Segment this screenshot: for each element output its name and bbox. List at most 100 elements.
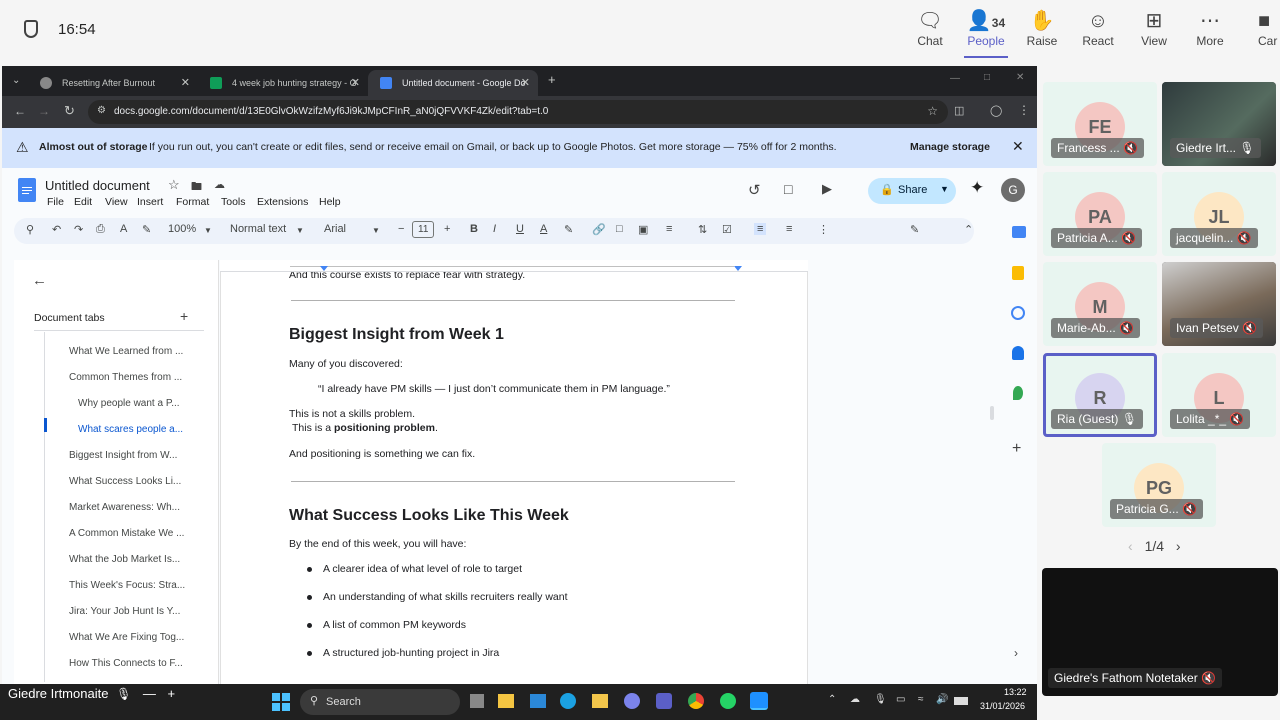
- style-select[interactable]: Normal text: [230, 223, 286, 235]
- menu-format[interactable]: Format: [176, 196, 209, 208]
- cloud-icon[interactable]: ☁: [850, 694, 860, 705]
- manage-storage-link[interactable]: Manage storage: [910, 141, 990, 153]
- menu-file[interactable]: File: [47, 196, 64, 208]
- document-page[interactable]: And this course exists to replace fear w…: [220, 260, 808, 684]
- close-icon[interactable]: ✕: [181, 76, 190, 89]
- menu-edit[interactable]: Edit: [74, 196, 92, 208]
- link-icon[interactable]: 🔗: [592, 223, 606, 236]
- taskbar-date[interactable]: 31/01/2026: [980, 701, 1025, 711]
- people-button[interactable]: 👤34 People: [958, 8, 1014, 58]
- battery-icon[interactable]: [954, 697, 968, 705]
- add-addon-icon[interactable]: +: [1012, 440, 1021, 458]
- outline-item[interactable]: Why people want a P...: [78, 398, 180, 409]
- editing-mode-icon[interactable]: ✎: [910, 223, 919, 236]
- outline-item[interactable]: What Success Looks Li...: [69, 476, 181, 487]
- participant-video-tile[interactable]: Giedre Irt... 🎙: [1162, 82, 1276, 166]
- participant-tile[interactable]: PA Patricia A... 🔇: [1043, 172, 1157, 256]
- participant-tile[interactable]: L Lolita _*_ 🔇: [1162, 353, 1276, 437]
- numbered-list-icon[interactable]: ≡: [786, 223, 792, 235]
- share-button[interactable]: 🔒 Share ▼: [868, 178, 956, 204]
- profile-icon[interactable]: ◯: [990, 104, 1002, 117]
- store-icon[interactable]: [592, 694, 608, 708]
- chevron-down-icon[interactable]: ▼: [296, 226, 304, 235]
- docs-logo-icon[interactable]: [18, 178, 36, 202]
- decrease-size-icon[interactable]: −: [398, 223, 404, 235]
- bold-icon[interactable]: B: [470, 223, 478, 235]
- taskbar-search[interactable]: ⚲ Search: [300, 689, 460, 715]
- chevron-left-icon[interactable]: ‹: [1128, 538, 1133, 554]
- expand-panel-icon[interactable]: ›: [1014, 646, 1018, 660]
- chevron-right-icon[interactable]: ›: [1176, 538, 1181, 554]
- zoom-select[interactable]: 100%: [168, 223, 196, 235]
- outline-item-selected[interactable]: What scares people a...: [78, 424, 183, 435]
- more-icon[interactable]: ⋮: [818, 223, 829, 236]
- document-title[interactable]: Untitled document: [45, 178, 150, 193]
- add-icon[interactable]: +: [168, 686, 176, 701]
- font-select[interactable]: Arial: [324, 223, 346, 235]
- tasks-icon[interactable]: [1011, 306, 1025, 320]
- keep-icon[interactable]: [1012, 266, 1024, 280]
- checklist-icon[interactable]: ☑: [722, 223, 732, 236]
- back-arrow-icon[interactable]: ←: [32, 272, 47, 289]
- minimize-button[interactable]: —: [950, 73, 960, 84]
- line-spacing-icon[interactable]: ⇅: [698, 223, 707, 236]
- participant-video-tile[interactable]: Ivan Petsev 🔇: [1162, 262, 1276, 346]
- close-window-button[interactable]: ✕: [1016, 72, 1024, 83]
- add-tab-icon[interactable]: +: [180, 308, 188, 324]
- menu-extensions[interactable]: Extensions: [257, 196, 308, 208]
- undo-icon[interactable]: ↶: [52, 223, 61, 236]
- participant-tile[interactable]: PG Patricia G... 🔇: [1102, 443, 1216, 527]
- indent-marker[interactable]: [734, 266, 742, 271]
- display-icon[interactable]: ▭: [896, 694, 905, 705]
- gemini-icon[interactable]: ✦: [970, 178, 984, 198]
- outline-item[interactable]: A Common Mistake We ...: [69, 528, 184, 539]
- menu-view[interactable]: View: [105, 196, 128, 208]
- menu-tools[interactable]: Tools: [221, 196, 246, 208]
- forward-icon[interactable]: →: [38, 104, 50, 118]
- move-folder-icon[interactable]: 🖿: [191, 178, 202, 197]
- text-color-icon[interactable]: A: [540, 223, 547, 235]
- underline-icon[interactable]: U: [516, 223, 524, 235]
- maps-icon[interactable]: [1013, 386, 1023, 400]
- increase-size-icon[interactable]: +: [444, 223, 450, 235]
- tab-resetting[interactable]: Resetting After Burnout ✕: [28, 70, 198, 96]
- copilot-icon[interactable]: [624, 693, 640, 709]
- taskbar-time[interactable]: 13:22: [1004, 687, 1027, 697]
- view-button[interactable]: ⊞ View: [1126, 8, 1182, 48]
- font-size-input[interactable]: 11: [412, 221, 435, 238]
- outline-item[interactable]: Common Themes from ...: [69, 372, 182, 383]
- meet-icon[interactable]: ▶: [822, 181, 832, 197]
- chevron-down-icon[interactable]: ▼: [204, 226, 212, 235]
- outline-item[interactable]: How This Connects to F...: [69, 658, 183, 669]
- collapse-toolbar-icon[interactable]: ⌃: [964, 223, 973, 236]
- edge-icon[interactable]: [560, 693, 576, 709]
- outline-item[interactable]: Biggest Insight from W...: [69, 450, 177, 461]
- task-view-icon[interactable]: [470, 694, 484, 708]
- tab-search-icon[interactable]: ⌄: [12, 75, 20, 86]
- close-icon[interactable]: ✕: [351, 76, 360, 89]
- calendar-icon[interactable]: [1012, 226, 1026, 238]
- extensions-icon[interactable]: ◫: [954, 104, 964, 117]
- minimize-stage-icon[interactable]: —: [143, 686, 156, 701]
- comment-icon[interactable]: □: [784, 181, 792, 197]
- file-explorer-icon[interactable]: [498, 694, 514, 708]
- redo-icon[interactable]: ↷: [74, 223, 83, 236]
- align-icon[interactable]: ≡: [666, 223, 672, 235]
- bookmark-star-icon[interactable]: ☆: [927, 104, 938, 118]
- indent-marker[interactable]: [320, 266, 328, 271]
- highlight-icon[interactable]: ✎: [564, 223, 573, 236]
- teams-icon[interactable]: [656, 693, 672, 709]
- close-icon[interactable]: ✕: [1012, 138, 1024, 155]
- participant-tile[interactable]: JL jacquelin... 🔇: [1162, 172, 1276, 256]
- more-button[interactable]: ⋯ More: [1182, 8, 1238, 48]
- bullet-list-icon[interactable]: ≡: [754, 223, 767, 235]
- menu-help[interactable]: Help: [319, 196, 341, 208]
- url-field[interactable]: ⚙ docs.google.com/document/d/13E0GlvOkWz…: [88, 100, 948, 124]
- menu-insert[interactable]: Insert: [137, 196, 163, 208]
- tab-job-hunting[interactable]: 4 week job hunting strategy - G ✕: [198, 70, 368, 96]
- scrollbar-thumb[interactable]: [990, 406, 994, 420]
- search-icon[interactable]: ⚲: [26, 223, 34, 236]
- add-comment-icon[interactable]: □: [616, 223, 623, 235]
- camera-button[interactable]: ■ Car: [1258, 8, 1280, 48]
- outline-item[interactable]: This Week's Focus: Stra...: [69, 580, 185, 591]
